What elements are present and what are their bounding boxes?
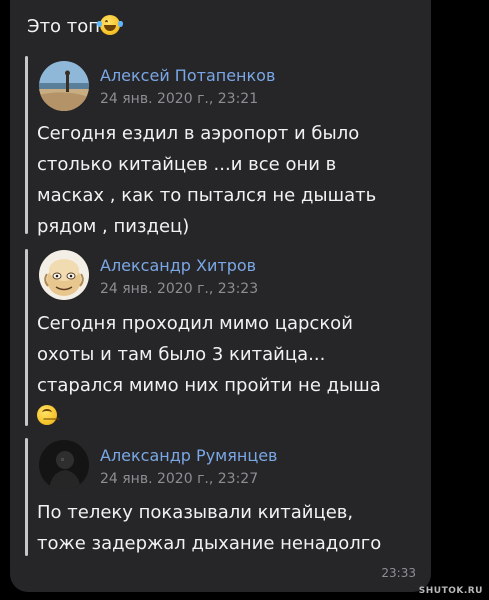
quote-date: 24 янв. 2020 г., 23:23: [100, 281, 259, 297]
quote-author-name[interactable]: Александр Хитров: [100, 256, 256, 275]
quote-bar: [25, 249, 28, 426]
quote-date: 24 янв. 2020 г., 23:21: [100, 91, 259, 107]
quote-text: Сегодня проходил мимо царской охоты и та…: [37, 313, 381, 396]
quote-date: 24 янв. 2020 г., 23:27: [100, 471, 259, 487]
quote-text: По телеку показывали китайцев, тоже заде…: [37, 502, 382, 554]
avatar-aleksandr-rumyantsev[interactable]: [39, 440, 89, 490]
message-time: 23:33: [381, 566, 416, 580]
upside-down-face-emoji-icon: [37, 405, 57, 425]
avatar-aleksandr-khitrov[interactable]: [39, 250, 89, 300]
quote-bar: [25, 56, 28, 234]
quote-text-block: Сегодня проходил мимо царской охоты и та…: [37, 308, 422, 432]
quote-author-name[interactable]: Александр Румянцев: [100, 446, 277, 465]
message-text-row: Это топ: [27, 15, 124, 37]
message-text: Это топ: [27, 16, 101, 37]
watermark: SHUTOK.RU: [418, 586, 483, 596]
quote-author-name[interactable]: Алексей Потапенков: [100, 66, 275, 85]
avatar-aleksey[interactable]: [39, 61, 89, 111]
quote-bar: [25, 438, 28, 556]
quote-text: Сегодня ездил в аэропорт и было столько …: [37, 123, 377, 237]
message-bubble[interactable]: Это топ Алексей Потапенков 24 янв. 2020 …: [10, 0, 431, 592]
laughing-crying-emoji-icon: [97, 15, 124, 35]
